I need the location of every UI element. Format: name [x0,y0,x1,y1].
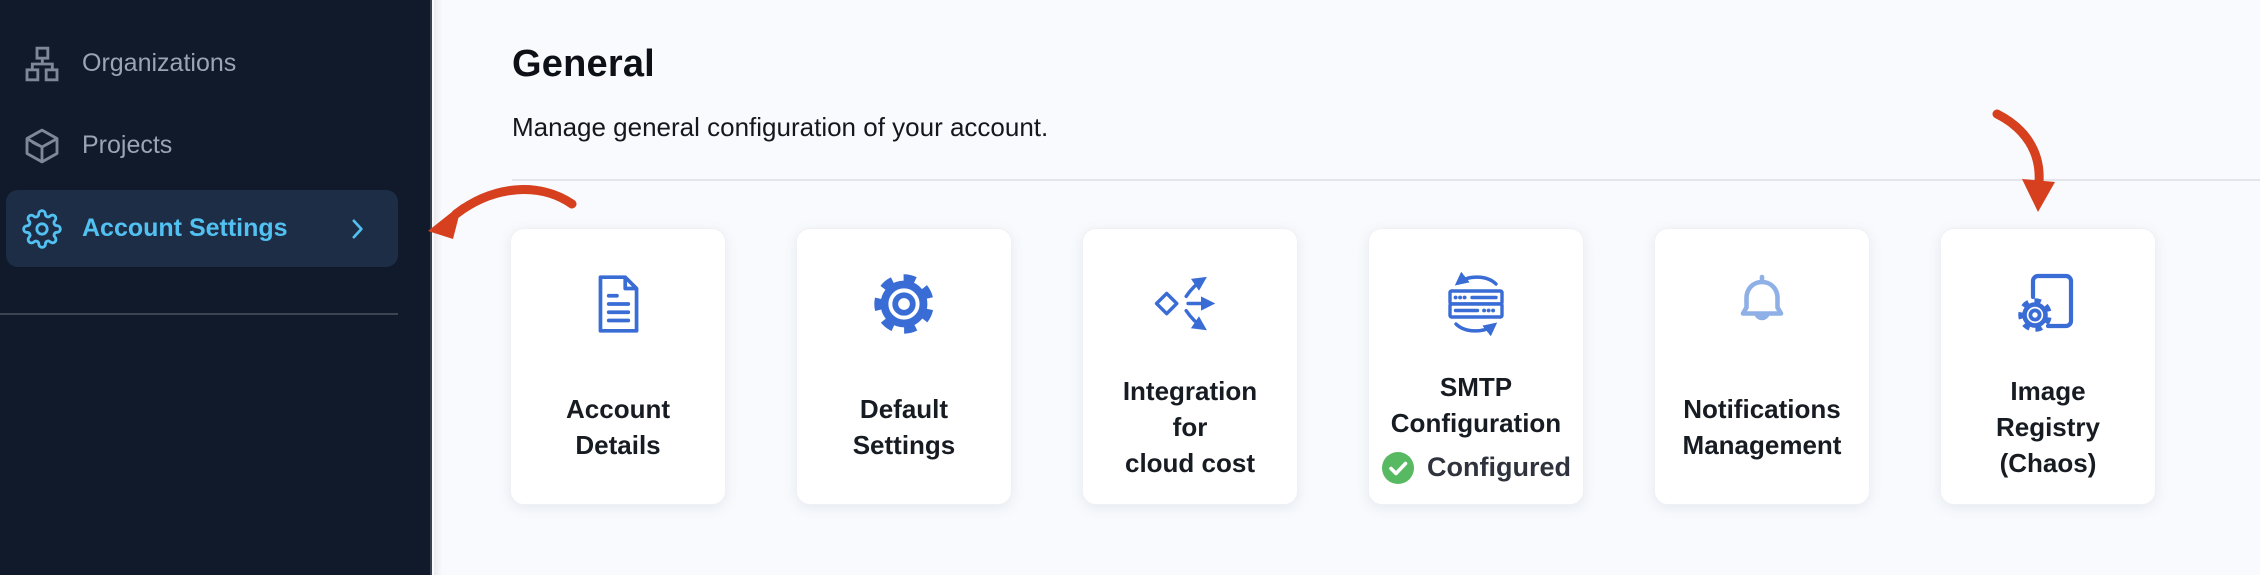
gear-icon [797,264,1011,344]
sidebar-item-label: Account Settings [82,214,288,243]
cube-icon [22,126,62,166]
card-label: SMTP Configuration [1391,369,1561,441]
sidebar-divider [0,313,398,315]
settings-card-grid: Account Details Default Settings [510,228,2156,505]
sidebar-item-organizations[interactable]: Organizations [6,25,398,102]
card-account-details[interactable]: Account Details [510,228,726,505]
server-sync-icon [1369,264,1583,344]
card-label: Integration for cloud cost [1123,373,1257,481]
main-content: General Manage general configuration of … [434,0,2260,575]
card-label: Account Details [566,391,670,463]
bell-icon [1655,264,1869,344]
route-arrows-icon [1083,264,1297,344]
gear-icon [22,209,62,249]
sidebar: Organizations Projects Account Settings [0,0,432,575]
page-subtitle: Manage general configuration of your acc… [512,112,1048,143]
status-text: Configured [1427,452,1571,483]
chevron-right-icon [342,214,372,244]
card-smtp-configuration[interactable]: SMTP Configuration Configured [1368,228,1584,505]
card-label: Default Settings [853,391,956,463]
org-chart-icon [22,44,62,84]
card-label: Image Registry (Chaos) [1996,373,2100,481]
card-image-registry-chaos[interactable]: Image Registry (Chaos) [1940,228,2156,505]
sidebar-item-account-settings[interactable]: Account Settings [6,190,398,267]
card-integration-cloud-cost[interactable]: Integration for cloud cost [1082,228,1298,505]
sidebar-item-projects[interactable]: Projects [6,107,398,184]
check-circle-icon [1381,451,1415,485]
sidebar-item-label: Organizations [82,49,236,78]
section-divider [512,179,2260,181]
status-badge: Configured [1381,451,1571,485]
card-default-settings[interactable]: Default Settings [796,228,1012,505]
sidebar-item-label: Projects [82,131,172,160]
document-icon [511,264,725,344]
page-title: General [512,41,655,87]
card-label: Notifications Management [1683,391,1842,463]
card-notifications-management[interactable]: Notifications Management [1654,228,1870,505]
registry-gear-icon [1941,264,2155,344]
account-settings-page: Organizations Projects Account Settings [0,0,2260,575]
